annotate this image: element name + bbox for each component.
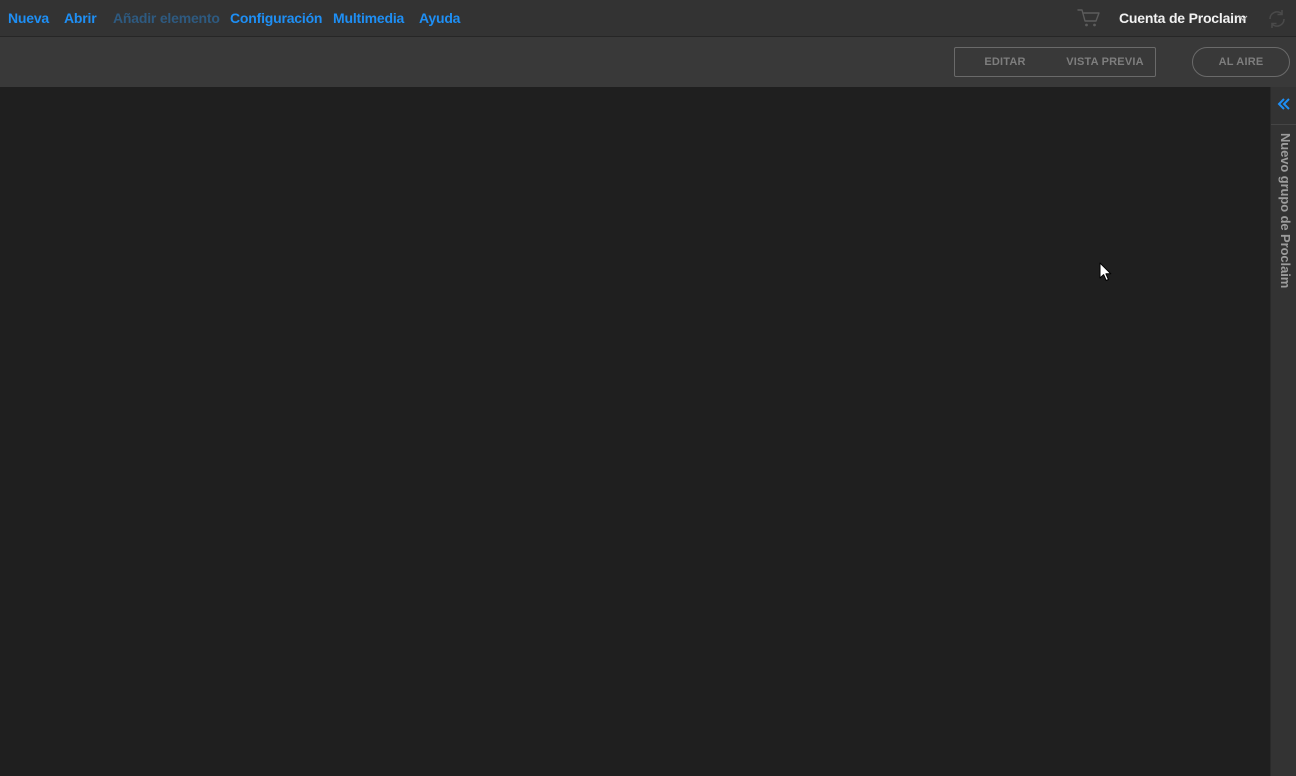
mode-toolbar: EDITAR VISTA PREVIA AL AIRE: [0, 37, 1296, 87]
account-menu[interactable]: Cuenta de Proclaim: [1119, 10, 1246, 26]
double-chevron-left-icon[interactable]: [1277, 97, 1291, 111]
mode-switcher: EDITAR VISTA PREVIA: [954, 47, 1156, 77]
chevron-down-icon[interactable]: [1238, 14, 1248, 22]
mouse-cursor-icon: [1099, 262, 1112, 281]
sync-icon[interactable]: [1266, 8, 1288, 30]
menu-item-abrir[interactable]: Abrir: [64, 10, 97, 26]
workspace-canvas[interactable]: [0, 87, 1270, 776]
collapsed-side-panel[interactable]: Nuevo grupo de Proclaim: [1270, 87, 1296, 776]
on-air-button[interactable]: AL AIRE: [1192, 47, 1290, 77]
shopping-cart-icon[interactable]: [1077, 8, 1101, 28]
menu-item-ayuda[interactable]: Ayuda: [419, 10, 460, 26]
panel-divider: [1271, 124, 1296, 125]
edit-mode-button[interactable]: EDITAR: [955, 48, 1055, 76]
menu-item-multimedia[interactable]: Multimedia: [333, 10, 404, 26]
service-group-title: Nuevo grupo de Proclaim: [1278, 133, 1293, 289]
menu-bar: Nueva Abrir Añadir elemento Configuració…: [0, 0, 1296, 37]
menu-item-nueva[interactable]: Nueva: [8, 10, 49, 26]
menu-item-configuracion[interactable]: Configuración: [230, 10, 322, 26]
preview-mode-button[interactable]: VISTA PREVIA: [1055, 48, 1155, 76]
menu-item-anadir-elemento: Añadir elemento: [113, 10, 220, 26]
